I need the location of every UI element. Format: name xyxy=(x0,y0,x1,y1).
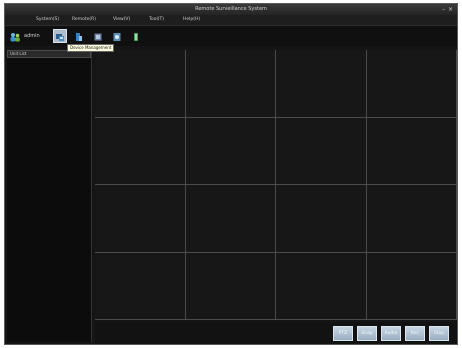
users-icon xyxy=(9,27,21,46)
video-cell[interactable] xyxy=(276,117,367,185)
menu-help[interactable]: Help(H) xyxy=(183,15,200,25)
video-cell[interactable] xyxy=(95,117,186,185)
toolbar: admin xyxy=(5,26,457,46)
username-label: admin xyxy=(24,33,40,39)
playback-icon xyxy=(93,27,103,46)
control-bar: PTZ Snap Audio Rec Stop xyxy=(95,322,457,344)
config-button[interactable] xyxy=(110,29,124,43)
video-cell[interactable] xyxy=(95,252,186,320)
video-cell[interactable] xyxy=(276,252,367,320)
device-management-icon xyxy=(55,27,65,46)
audio-button[interactable]: Audio xyxy=(381,326,401,341)
log-button[interactable] xyxy=(129,29,143,43)
close-button[interactable]: × xyxy=(448,4,453,15)
video-cell[interactable] xyxy=(276,185,367,253)
current-user: admin xyxy=(9,31,40,41)
record-icon xyxy=(74,27,84,46)
config-icon xyxy=(112,27,122,46)
tooltip: Device Management xyxy=(67,44,115,52)
menu-remote[interactable]: Remote(R) xyxy=(72,15,96,25)
log-icon xyxy=(131,27,141,46)
playback-button[interactable] xyxy=(91,29,105,43)
menu-bar: System(S) Remote(R) View(V) Tool(T) Help… xyxy=(5,15,457,26)
menu-tool[interactable]: Tool(T) xyxy=(149,15,164,25)
app-window: Remote Surveillance System – × System(S)… xyxy=(4,3,458,345)
device-management-button[interactable] xyxy=(53,29,67,43)
video-cell[interactable] xyxy=(366,117,457,185)
record-control-button[interactable]: Rec xyxy=(405,326,425,341)
unit-list-panel: Unit List xyxy=(7,50,92,342)
video-cell[interactable] xyxy=(185,50,276,118)
video-cell[interactable] xyxy=(276,50,367,118)
minimize-button[interactable]: – xyxy=(442,4,445,15)
video-cell[interactable] xyxy=(185,252,276,320)
title-bar: Remote Surveillance System – × xyxy=(5,4,457,15)
video-cell[interactable] xyxy=(366,185,457,253)
snap-button[interactable]: Snap xyxy=(357,326,377,341)
video-cell[interactable] xyxy=(366,50,457,118)
stop-button[interactable]: Stop xyxy=(429,326,449,341)
video-cell[interactable] xyxy=(95,185,186,253)
video-area xyxy=(95,50,457,320)
video-cell[interactable] xyxy=(95,50,186,118)
window-title: Remote Surveillance System xyxy=(195,6,267,12)
menu-system[interactable]: System(S) xyxy=(36,15,59,25)
ptz-button[interactable]: PTZ xyxy=(333,326,353,341)
video-cell[interactable] xyxy=(366,252,457,320)
video-cell[interactable] xyxy=(185,185,276,253)
record-button[interactable] xyxy=(72,29,86,43)
video-grid xyxy=(95,50,457,320)
video-cell[interactable] xyxy=(185,117,276,185)
menu-view[interactable]: View(V) xyxy=(113,15,130,25)
